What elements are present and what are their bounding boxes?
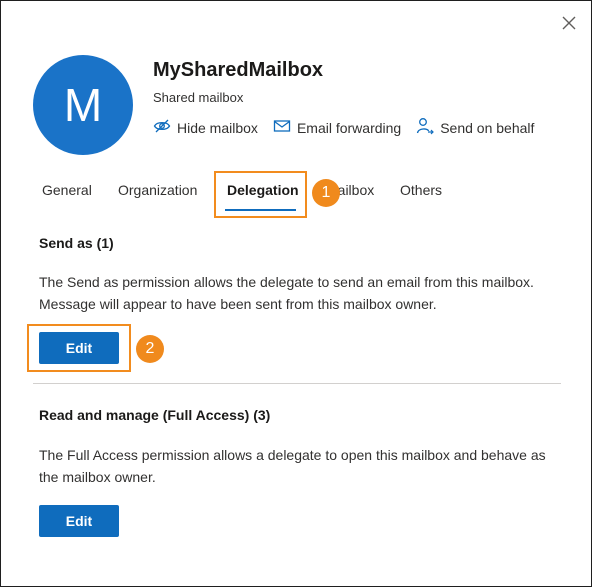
full-access-edit-button[interactable]: Edit [39,505,119,537]
email-forward-icon [273,118,297,137]
tab-organization[interactable]: Organization [118,182,197,198]
mailbox-type: Shared mailbox [153,90,244,105]
send-as-description: The Send as permission allows the delega… [39,274,534,312]
step-1-number: 1 [321,184,331,201]
hide-mailbox-label: Hide mailbox [177,119,258,136]
hide-mailbox-action[interactable]: Hide mailbox [153,118,258,137]
mailbox-details-panel: M MySharedMailbox Shared mailbox Hide ma… [0,0,592,587]
close-icon[interactable] [559,13,579,33]
send-as-title: Send as (1) [39,235,114,251]
tab-others[interactable]: Others [400,182,442,198]
delegation-tab-highlight [214,171,307,218]
send-on-behalf-label: Send on behalf [440,119,535,136]
tab-general[interactable]: General [42,182,92,198]
mailbox-actions: Hide mailbox Email forwarding Send on be… [153,117,549,138]
person-send-icon [416,117,440,138]
full-access-description: The Full Access permission allows a dele… [39,447,546,485]
step-1-badge: 1 [312,179,340,207]
email-forwarding-action[interactable]: Email forwarding [273,118,401,137]
section-divider [33,383,561,384]
email-forwarding-label: Email forwarding [296,119,402,136]
send-as-edit-button[interactable]: Edit [39,332,119,364]
avatar: M [33,55,133,155]
step-2-number: 2 [145,340,155,357]
avatar-letter: M [63,79,103,131]
step-2-badge: 2 [136,335,164,363]
send-on-behalf-action[interactable]: Send on behalf [416,117,534,138]
hide-eye-icon [153,118,177,137]
mailbox-title: MySharedMailbox [153,59,324,81]
full-access-title: Read and manage (Full Access) (3) [39,407,271,423]
